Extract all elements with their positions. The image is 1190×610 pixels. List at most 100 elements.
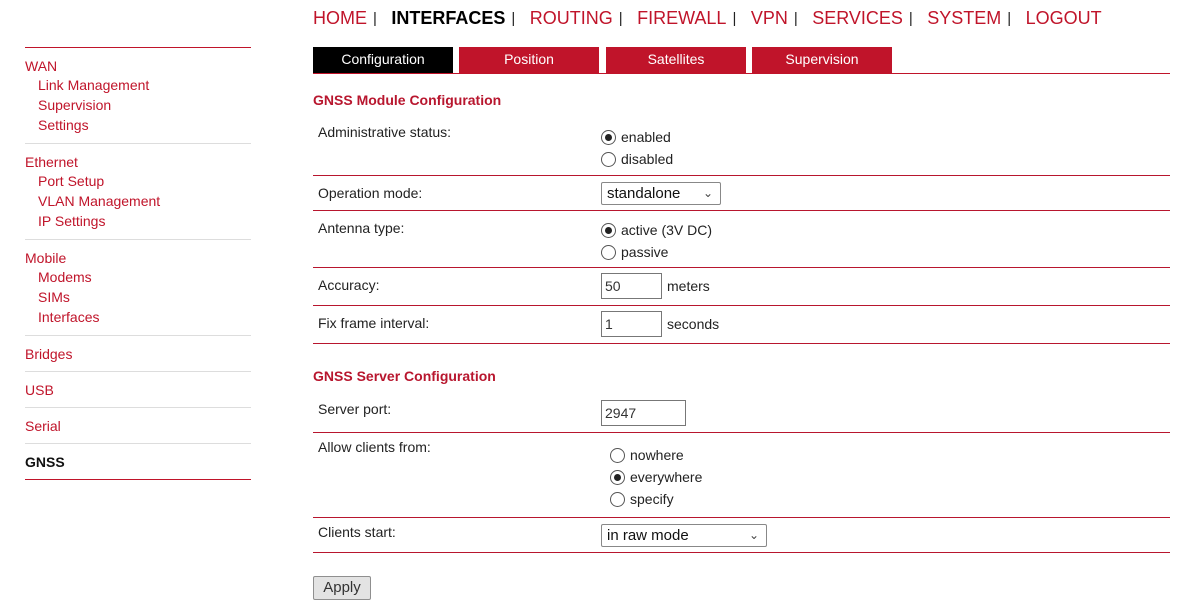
sidebar-item-usb[interactable]: USB [25, 381, 251, 399]
fix-interval-row: Fix frame interval: 1 seconds [313, 306, 1170, 344]
tab-supervision[interactable]: Supervision [752, 47, 892, 73]
nav-interfaces[interactable]: INTERFACES [391, 8, 505, 28]
sidebar-item-ethernet[interactable]: Ethernet [25, 153, 251, 171]
module-config-title: GNSS Module Configuration [313, 92, 502, 108]
sidebar-item-link-management[interactable]: Link Management [25, 75, 251, 95]
operation-mode-select[interactable]: standalone ⌄ [601, 182, 721, 205]
admin-status-radio-group: enabled disabled [601, 126, 673, 170]
accuracy-label: Accuracy: [318, 277, 380, 293]
admin-status-enabled-label: enabled [621, 129, 671, 145]
allow-everywhere-label: everywhere [630, 469, 703, 485]
sidebar-item-interfaces[interactable]: Interfaces [25, 307, 251, 327]
allow-specify-label: specify [630, 491, 674, 507]
sidebar-group-mobile: Mobile Modems SIMs Interfaces [25, 240, 251, 336]
sidebar-item-vlan-management[interactable]: VLAN Management [25, 191, 251, 211]
sidebar: WAN Link Management Supervision Settings… [25, 47, 251, 480]
sidebar-group-ethernet: Ethernet Port Setup VLAN Management IP S… [25, 144, 251, 240]
tab-satellites[interactable]: Satellites [606, 47, 746, 73]
allow-clients-radio-group: nowhere everywhere specify [610, 444, 702, 510]
fix-interval-control: 1 seconds [601, 311, 719, 337]
tab-configuration[interactable]: Configuration [313, 47, 453, 73]
nav-separator: | [908, 10, 913, 27]
sidebar-item-supervision[interactable]: Supervision [25, 95, 251, 115]
antenna-passive-label: passive [621, 244, 669, 260]
sidebar-group-bridges: Bridges [25, 336, 251, 372]
accuracy-input[interactable]: 50 [601, 273, 662, 299]
clients-start-row: Clients start: in raw mode ⌄ [313, 518, 1170, 553]
nav-services[interactable]: SERVICES [812, 8, 903, 28]
radio-active[interactable] [601, 222, 616, 238]
sidebar-item-settings[interactable]: Settings [25, 115, 251, 135]
antenna-passive-option[interactable]: passive [601, 241, 712, 263]
nav-routing[interactable]: ROUTING [530, 8, 613, 28]
sidebar-item-sims[interactable]: SIMs [25, 287, 251, 307]
module-config-table: Administrative status: enabled disabled … [313, 115, 1170, 344]
nav-separator: | [732, 10, 737, 27]
allow-clients-row: Allow clients from: nowhere everywhere s… [313, 433, 1170, 518]
radio-enabled[interactable] [601, 129, 616, 145]
allow-everywhere-option[interactable]: everywhere [610, 466, 702, 488]
sidebar-item-serial[interactable]: Serial [25, 417, 251, 435]
sidebar-item-mobile[interactable]: Mobile [25, 249, 251, 267]
radio-passive[interactable] [601, 244, 616, 260]
admin-status-label: Administrative status: [318, 124, 452, 140]
accuracy-control: 50 meters [601, 273, 710, 299]
nav-separator: | [793, 10, 798, 27]
operation-mode-label: Operation mode: [318, 185, 423, 201]
sidebar-item-ip-settings[interactable]: IP Settings [25, 211, 251, 231]
operation-mode-row: Operation mode: standalone ⌄ [313, 176, 1170, 211]
sidebar-group-wan: WAN Link Management Supervision Settings [25, 48, 251, 144]
sidebar-item-port-setup[interactable]: Port Setup [25, 171, 251, 191]
radio-specify[interactable] [610, 491, 625, 507]
server-config-title: GNSS Server Configuration [313, 368, 496, 384]
accuracy-row: Accuracy: 50 meters [313, 268, 1170, 306]
nav-logout[interactable]: LOGOUT [1026, 8, 1102, 28]
server-port-input[interactable]: 2947 [601, 400, 686, 426]
nav-separator: | [618, 10, 623, 27]
nav-system[interactable]: SYSTEM [927, 8, 1001, 28]
operation-mode-value: standalone [607, 185, 681, 202]
radio-nowhere[interactable] [610, 447, 625, 463]
tab-position[interactable]: Position [459, 47, 599, 73]
sidebar-item-modems[interactable]: Modems [25, 267, 251, 287]
antenna-active-option[interactable]: active (3V DC) [601, 219, 712, 241]
allow-nowhere-option[interactable]: nowhere [610, 444, 702, 466]
admin-status-row: Administrative status: enabled disabled [313, 115, 1170, 176]
admin-status-enabled-option[interactable]: enabled [601, 126, 673, 148]
allow-specify-option[interactable]: specify [610, 488, 702, 510]
allow-nowhere-label: nowhere [630, 447, 684, 463]
server-port-row: Server port: 2947 [313, 392, 1170, 433]
server-port-control: 2947 [601, 400, 686, 426]
clients-start-select[interactable]: in raw mode ⌄ [601, 524, 767, 547]
server-config-table: Server port: 2947 Allow clients from: no… [313, 392, 1170, 553]
clients-start-label: Clients start: [318, 524, 396, 540]
server-port-label: Server port: [318, 401, 392, 417]
radio-everywhere[interactable] [610, 469, 625, 485]
fix-interval-input[interactable]: 1 [601, 311, 662, 337]
nav-separator: | [511, 10, 516, 27]
sidebar-item-bridges[interactable]: Bridges [25, 345, 251, 363]
fix-interval-label: Fix frame interval: [318, 315, 430, 331]
apply-button[interactable]: Apply [313, 576, 371, 600]
radio-disabled[interactable] [601, 151, 616, 167]
sidebar-item-gnss[interactable]: GNSS [25, 453, 251, 471]
tab-bar: Configuration Position Satellites Superv… [313, 47, 1170, 74]
nav-firewall[interactable]: FIREWALL [637, 8, 726, 28]
nav-separator: | [1007, 10, 1012, 27]
admin-status-disabled-option[interactable]: disabled [601, 148, 673, 170]
nav-separator: | [373, 10, 377, 27]
sidebar-item-wan[interactable]: WAN [25, 57, 251, 75]
antenna-active-label: active (3V DC) [621, 222, 713, 238]
sidebar-group-serial: Serial [25, 408, 251, 444]
clients-start-value: in raw mode [607, 527, 689, 544]
fix-interval-unit: seconds [667, 316, 720, 332]
sidebar-group-gnss: GNSS [25, 444, 251, 480]
accuracy-unit: meters [667, 278, 710, 294]
top-navigation: HOME | INTERFACES | ROUTING | FIREWALL | VPN… [313, 8, 1102, 32]
nav-vpn[interactable]: VPN [751, 8, 788, 28]
antenna-type-label: Antenna type: [318, 220, 405, 236]
allow-clients-label: Allow clients from: [318, 439, 431, 455]
nav-home[interactable]: HOME [313, 8, 367, 28]
chevron-down-icon: ⌄ [748, 528, 759, 542]
admin-status-disabled-label: disabled [621, 151, 674, 167]
